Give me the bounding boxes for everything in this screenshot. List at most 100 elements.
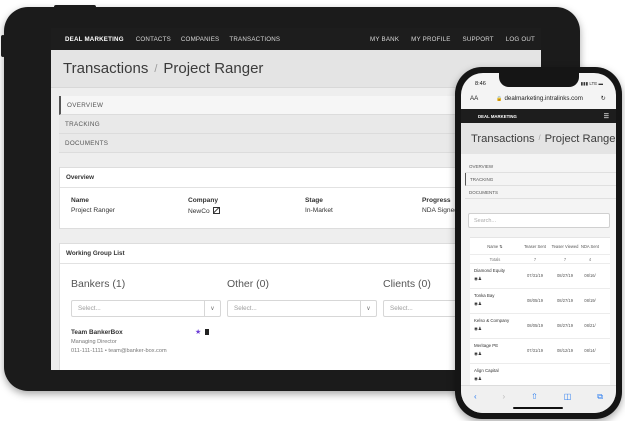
row-value: 08/05/19 bbox=[527, 298, 543, 303]
other-select[interactable]: Select... ∨ bbox=[227, 300, 377, 317]
row-name: Meritage PE ◉♟ bbox=[470, 343, 520, 357]
field-label: Company bbox=[188, 197, 219, 204]
breadcrumb-section[interactable]: Transactions bbox=[63, 60, 148, 77]
forward-icon[interactable]: › bbox=[503, 392, 506, 401]
bankers-title: Bankers (1) bbox=[71, 278, 126, 290]
bankers-select[interactable]: Select... ∨ bbox=[71, 300, 221, 317]
row-value: 07/31/19 bbox=[527, 273, 543, 278]
status-signal: ▮▮▮ LTE ▬ bbox=[580, 81, 603, 86]
status-time: 8:46 bbox=[475, 81, 486, 87]
row-value: 08/27/19 bbox=[557, 273, 573, 278]
search-input[interactable]: Search... bbox=[468, 213, 610, 228]
table-row[interactable]: Diamond Equity ◉♟ 07/31/19 08/27/19 08/16… bbox=[470, 264, 610, 289]
tablet-top-button bbox=[54, 5, 96, 9]
phone-tab-overview[interactable]: OVERVIEW bbox=[465, 160, 616, 173]
chevron-down-icon[interactable]: ∨ bbox=[204, 301, 220, 316]
url-domain: dealmarketing.intralinks.com bbox=[504, 95, 583, 102]
row-value: 08/21/ bbox=[584, 323, 596, 328]
table-row[interactable]: Meritage PE ◉♟ 07/31/19 08/12/19 08/14/ bbox=[470, 339, 610, 364]
row-value: 08/14/ bbox=[584, 348, 596, 353]
field-company: Company NewCo bbox=[188, 197, 305, 215]
table-row[interactable]: Tonka Bay ◉♟ 08/05/19 08/27/19 08/19/ bbox=[470, 289, 610, 314]
status-network: LTE bbox=[589, 81, 598, 86]
table-row[interactable]: Kelso & Company ◉♟ 08/05/19 08/27/19 08/2… bbox=[470, 314, 610, 339]
select-placeholder: Select... bbox=[78, 305, 101, 312]
row-value: 08/19/ bbox=[584, 298, 596, 303]
nav-contacts[interactable]: CONTACTS bbox=[136, 36, 171, 43]
chevron-down-icon[interactable]: ∨ bbox=[360, 301, 376, 316]
lock-icon: 🔒 bbox=[496, 96, 503, 102]
phone-section-tabs: OVERVIEW TRACKING DOCUMENTS bbox=[465, 160, 616, 199]
table-header: Name ⇅ Teaser Sent Teaser Viewed NDA Sen… bbox=[470, 238, 610, 255]
col-teaser-sent[interactable]: Teaser Sent bbox=[520, 244, 550, 249]
nav-support[interactable]: SUPPORT bbox=[463, 36, 494, 43]
row-name: Tonka Bay ◉♟ bbox=[470, 293, 520, 307]
tablet-side-button bbox=[1, 35, 5, 57]
trash-icon[interactable] bbox=[205, 329, 210, 335]
phone-tab-tracking[interactable]: TRACKING bbox=[465, 173, 616, 186]
field-label: Stage bbox=[305, 197, 323, 204]
nav-companies[interactable]: COMPANIES bbox=[181, 36, 219, 43]
breadcrumb-separator: / bbox=[154, 62, 158, 75]
comment-person-icon[interactable]: ◉♟ bbox=[474, 376, 520, 382]
row-name-text: Diamond Equity bbox=[474, 268, 505, 273]
field-value: In-Market bbox=[305, 207, 333, 214]
row-name: Align Capital ◉♟ bbox=[470, 368, 520, 382]
phone-screen: 8:46 ▮▮▮ LTE ▬ AA 🔒 dealmarketing.intrali… bbox=[461, 73, 616, 413]
breadcrumb-current: Project Ranger bbox=[163, 60, 264, 77]
field-name: Name Project Ranger bbox=[71, 197, 188, 215]
row-name-text: Tonka Bay bbox=[474, 293, 495, 298]
select-placeholder: Select... bbox=[234, 305, 257, 312]
row-name-text: Align Capital bbox=[474, 368, 499, 373]
device-mockup-stage: DEAL MARKETING CONTACTS COMPANIES TRANSA… bbox=[0, 0, 625, 421]
banker-member: Team BankerBox Managing Director 011-111… bbox=[60, 317, 220, 354]
field-value: Project Ranger bbox=[71, 207, 115, 214]
totals-label: Totals bbox=[489, 256, 501, 262]
member-role: Managing Director bbox=[71, 339, 117, 345]
col-teaser-viewed[interactable]: Teaser Viewed bbox=[550, 244, 580, 249]
tracking-table: Name ⇅ Teaser Sent Teaser Viewed NDA Sen… bbox=[470, 237, 610, 389]
row-value: 07/31/19 bbox=[527, 348, 543, 353]
phone-tab-documents[interactable]: DOCUMENTS bbox=[465, 186, 616, 199]
phone-breadcrumb-section[interactable]: Transactions bbox=[471, 133, 535, 145]
url-display[interactable]: 🔒 dealmarketing.intralinks.com bbox=[496, 95, 583, 102]
col-nda-sent[interactable]: NDA Sent bbox=[580, 244, 600, 249]
share-icon[interactable]: ⇧ bbox=[531, 392, 538, 401]
row-value: 08/05/19 bbox=[527, 323, 543, 328]
totals-value: 4 bbox=[588, 256, 592, 262]
nav-my-bank[interactable]: MY BANK bbox=[370, 36, 399, 43]
edit-icon[interactable] bbox=[212, 207, 220, 214]
phone-breadcrumb-separator: / bbox=[538, 135, 541, 142]
comment-person-icon[interactable]: ◉♟ bbox=[474, 301, 520, 307]
totals-value: 7 bbox=[563, 256, 567, 262]
phone-page-title: Transactions / Project Ranger bbox=[461, 123, 616, 154]
col-name[interactable]: Name ⇅ bbox=[470, 244, 520, 249]
totals-value: 7 bbox=[533, 256, 537, 262]
comment-person-icon[interactable]: ◉♟ bbox=[474, 276, 520, 282]
row-name: Diamond Equity ◉♟ bbox=[470, 268, 520, 282]
row-name-text: Meritage PE bbox=[474, 343, 499, 348]
address-bar[interactable]: AA 🔒 dealmarketing.intralinks.com ↻ bbox=[461, 91, 616, 106]
nav-transactions[interactable]: TRANSACTIONS bbox=[229, 36, 280, 43]
row-name-text: Kelso & Company bbox=[474, 318, 510, 323]
bookmarks-icon[interactable]: ◫ bbox=[564, 392, 572, 401]
tabs-icon[interactable]: ⧉ bbox=[597, 392, 603, 402]
text-size-button[interactable]: AA bbox=[470, 95, 478, 102]
field-value: NewCo bbox=[188, 208, 210, 215]
hamburger-menu-icon[interactable]: ☰ bbox=[604, 113, 609, 120]
row-value: 08/27/19 bbox=[557, 298, 573, 303]
member-actions: ★ bbox=[195, 328, 210, 336]
reload-icon[interactable]: ↻ bbox=[601, 95, 606, 102]
phone-brand-logo[interactable]: DEAL MARKETING bbox=[478, 114, 517, 119]
other-column: Other (0) Select... ∨ bbox=[227, 278, 383, 317]
field-label: Name bbox=[71, 197, 89, 204]
nav-my-profile[interactable]: MY PROFILE bbox=[411, 36, 450, 43]
brand-logo[interactable]: DEAL MARKETING bbox=[65, 36, 124, 43]
back-icon[interactable]: ‹ bbox=[474, 392, 477, 401]
bankers-column: Bankers (1) Select... ∨ bbox=[71, 278, 227, 317]
comment-person-icon[interactable]: ◉♟ bbox=[474, 326, 520, 332]
row-value: 08/16/ bbox=[584, 273, 596, 278]
star-icon[interactable]: ★ bbox=[195, 329, 201, 336]
nav-log-out[interactable]: LOG OUT bbox=[506, 36, 535, 43]
comment-person-icon[interactable]: ◉♟ bbox=[474, 351, 520, 357]
